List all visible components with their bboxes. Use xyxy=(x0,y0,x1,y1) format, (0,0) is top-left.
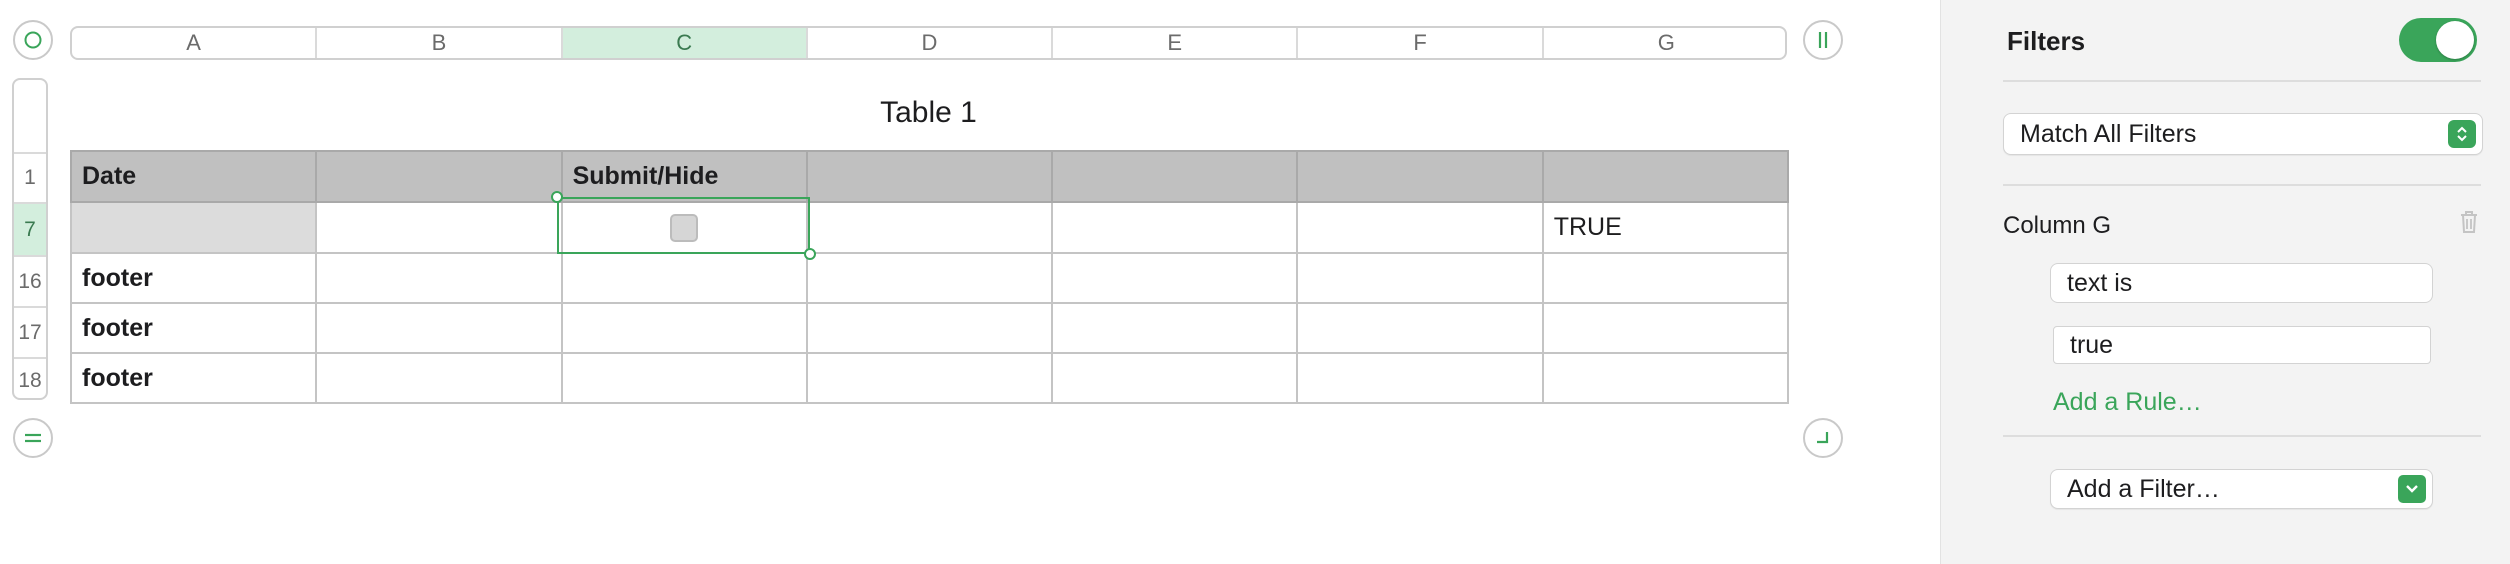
chevron-down-icon xyxy=(2398,475,2426,503)
column-header-bar: ABCDEFG xyxy=(70,26,1787,60)
selection-handle-bottom-right[interactable] xyxy=(804,248,816,260)
resize-table-button[interactable] xyxy=(1803,418,1843,458)
filter-column-label: Column G xyxy=(2003,212,2112,239)
cell-a[interactable]: footer xyxy=(69,302,318,354)
cell-d[interactable] xyxy=(805,352,1054,404)
cell-c[interactable] xyxy=(560,302,808,354)
divider xyxy=(2003,80,2481,82)
rule-operator-select[interactable]: text is xyxy=(2050,263,2433,303)
cell-f[interactable] xyxy=(1296,201,1544,254)
column-header-c[interactable]: C xyxy=(562,28,808,58)
freeze-columns-icon xyxy=(1814,29,1832,51)
cell-d[interactable] xyxy=(805,252,1054,304)
cell-c[interactable] xyxy=(560,252,808,304)
trash-icon[interactable] xyxy=(2458,209,2480,240)
sheet-canvas: ABCDEFG 1 7 16 17 18 Table 1 Date Submit/Hide… xyxy=(0,0,1940,564)
cell-b[interactable] xyxy=(315,302,563,354)
cell-f[interactable] xyxy=(1296,352,1544,404)
cell-g[interactable] xyxy=(1541,352,1789,404)
panel-title: Filters xyxy=(2007,26,2086,56)
cell-e[interactable] xyxy=(1051,302,1299,354)
table-header-row: Date Submit/Hide xyxy=(69,150,1789,203)
cell-g[interactable] xyxy=(1541,302,1789,354)
cell-a[interactable]: footer xyxy=(69,352,318,404)
add-filter-select[interactable]: Add a Filter… xyxy=(2050,469,2433,509)
filters-panel: Filters Match All Filters Column G text … xyxy=(1970,0,2510,564)
cell-a[interactable] xyxy=(69,201,318,254)
rule-operator-value: text is xyxy=(2067,268,2133,297)
cell-a[interactable]: Date xyxy=(69,150,318,203)
cell-c[interactable] xyxy=(560,201,808,254)
cell-a[interactable]: footer xyxy=(69,252,318,304)
select-table-button[interactable] xyxy=(13,20,53,60)
cell-d[interactable] xyxy=(805,201,1054,254)
match-filters-value: Match All Filters xyxy=(2020,119,2197,148)
cell-c[interactable] xyxy=(560,352,808,404)
cell-d[interactable] xyxy=(805,302,1054,354)
rule-value-text: true xyxy=(2070,330,2114,359)
row-header-16[interactable]: 16 xyxy=(14,255,46,306)
resize-table-icon xyxy=(1813,428,1833,448)
rule-value-field[interactable]: true xyxy=(2053,326,2431,364)
match-filters-select[interactable]: Match All Filters xyxy=(2003,113,2483,155)
add-rule-link[interactable]: Add a Rule… xyxy=(2053,388,2202,417)
table-title[interactable]: Table 1 xyxy=(70,96,1787,130)
column-header-a[interactable]: A xyxy=(72,28,318,58)
cell-b[interactable] xyxy=(315,150,563,203)
column-header-e[interactable]: E xyxy=(1053,28,1299,58)
cell-d[interactable] xyxy=(805,150,1054,203)
footer-row: footer xyxy=(69,352,1789,404)
row-header-7[interactable]: 7 xyxy=(14,202,46,255)
row-header-bar: 1 7 16 17 18 xyxy=(12,78,48,400)
cell-e[interactable] xyxy=(1051,352,1299,404)
cell-b[interactable] xyxy=(315,352,563,404)
add-column-button[interactable] xyxy=(1803,20,1843,60)
cell-e[interactable] xyxy=(1051,252,1299,304)
cell-b[interactable] xyxy=(315,201,563,254)
selection-handle-top-left[interactable] xyxy=(551,191,563,203)
add-row-icon xyxy=(22,429,44,447)
divider xyxy=(2003,435,2481,437)
cell-e[interactable] xyxy=(1051,150,1299,203)
cell-g[interactable] xyxy=(1541,150,1789,203)
stepper-arrows-icon xyxy=(2448,120,2476,148)
cell-g[interactable] xyxy=(1541,252,1789,304)
cell-c[interactable]: Submit/Hide xyxy=(560,150,808,203)
cell-f[interactable] xyxy=(1296,252,1544,304)
panel-divider xyxy=(1940,0,1970,564)
cell-g[interactable]: TRUE xyxy=(1541,201,1789,254)
cell-f[interactable] xyxy=(1296,302,1544,354)
footer-row: footer xyxy=(69,252,1789,304)
footer-row: footer xyxy=(69,302,1789,354)
column-header-g[interactable]: G xyxy=(1544,28,1785,58)
column-header-b[interactable]: B xyxy=(317,28,563,58)
data-table: Date Submit/Hide TRUE footer footer footer xyxy=(69,150,1789,404)
row-header-1[interactable]: 1 xyxy=(14,152,46,202)
row-header-18[interactable]: 18 xyxy=(14,357,46,398)
select-all-circle-icon xyxy=(23,30,43,50)
column-header-f[interactable]: F xyxy=(1298,28,1544,58)
divider xyxy=(2003,184,2481,186)
cell-f[interactable] xyxy=(1296,150,1544,203)
submit-hide-checkbox[interactable] xyxy=(670,213,699,242)
add-filter-value: Add a Filter… xyxy=(2067,474,2220,503)
cell-e[interactable] xyxy=(1051,201,1299,254)
column-header-d[interactable]: D xyxy=(808,28,1054,58)
cell-b[interactable] xyxy=(315,252,563,304)
add-row-button[interactable] xyxy=(13,418,53,458)
filters-toggle[interactable] xyxy=(2399,18,2477,62)
row-header-17[interactable]: 17 xyxy=(14,306,46,357)
toggle-knob xyxy=(2436,21,2474,59)
table-row: TRUE xyxy=(69,201,1789,254)
